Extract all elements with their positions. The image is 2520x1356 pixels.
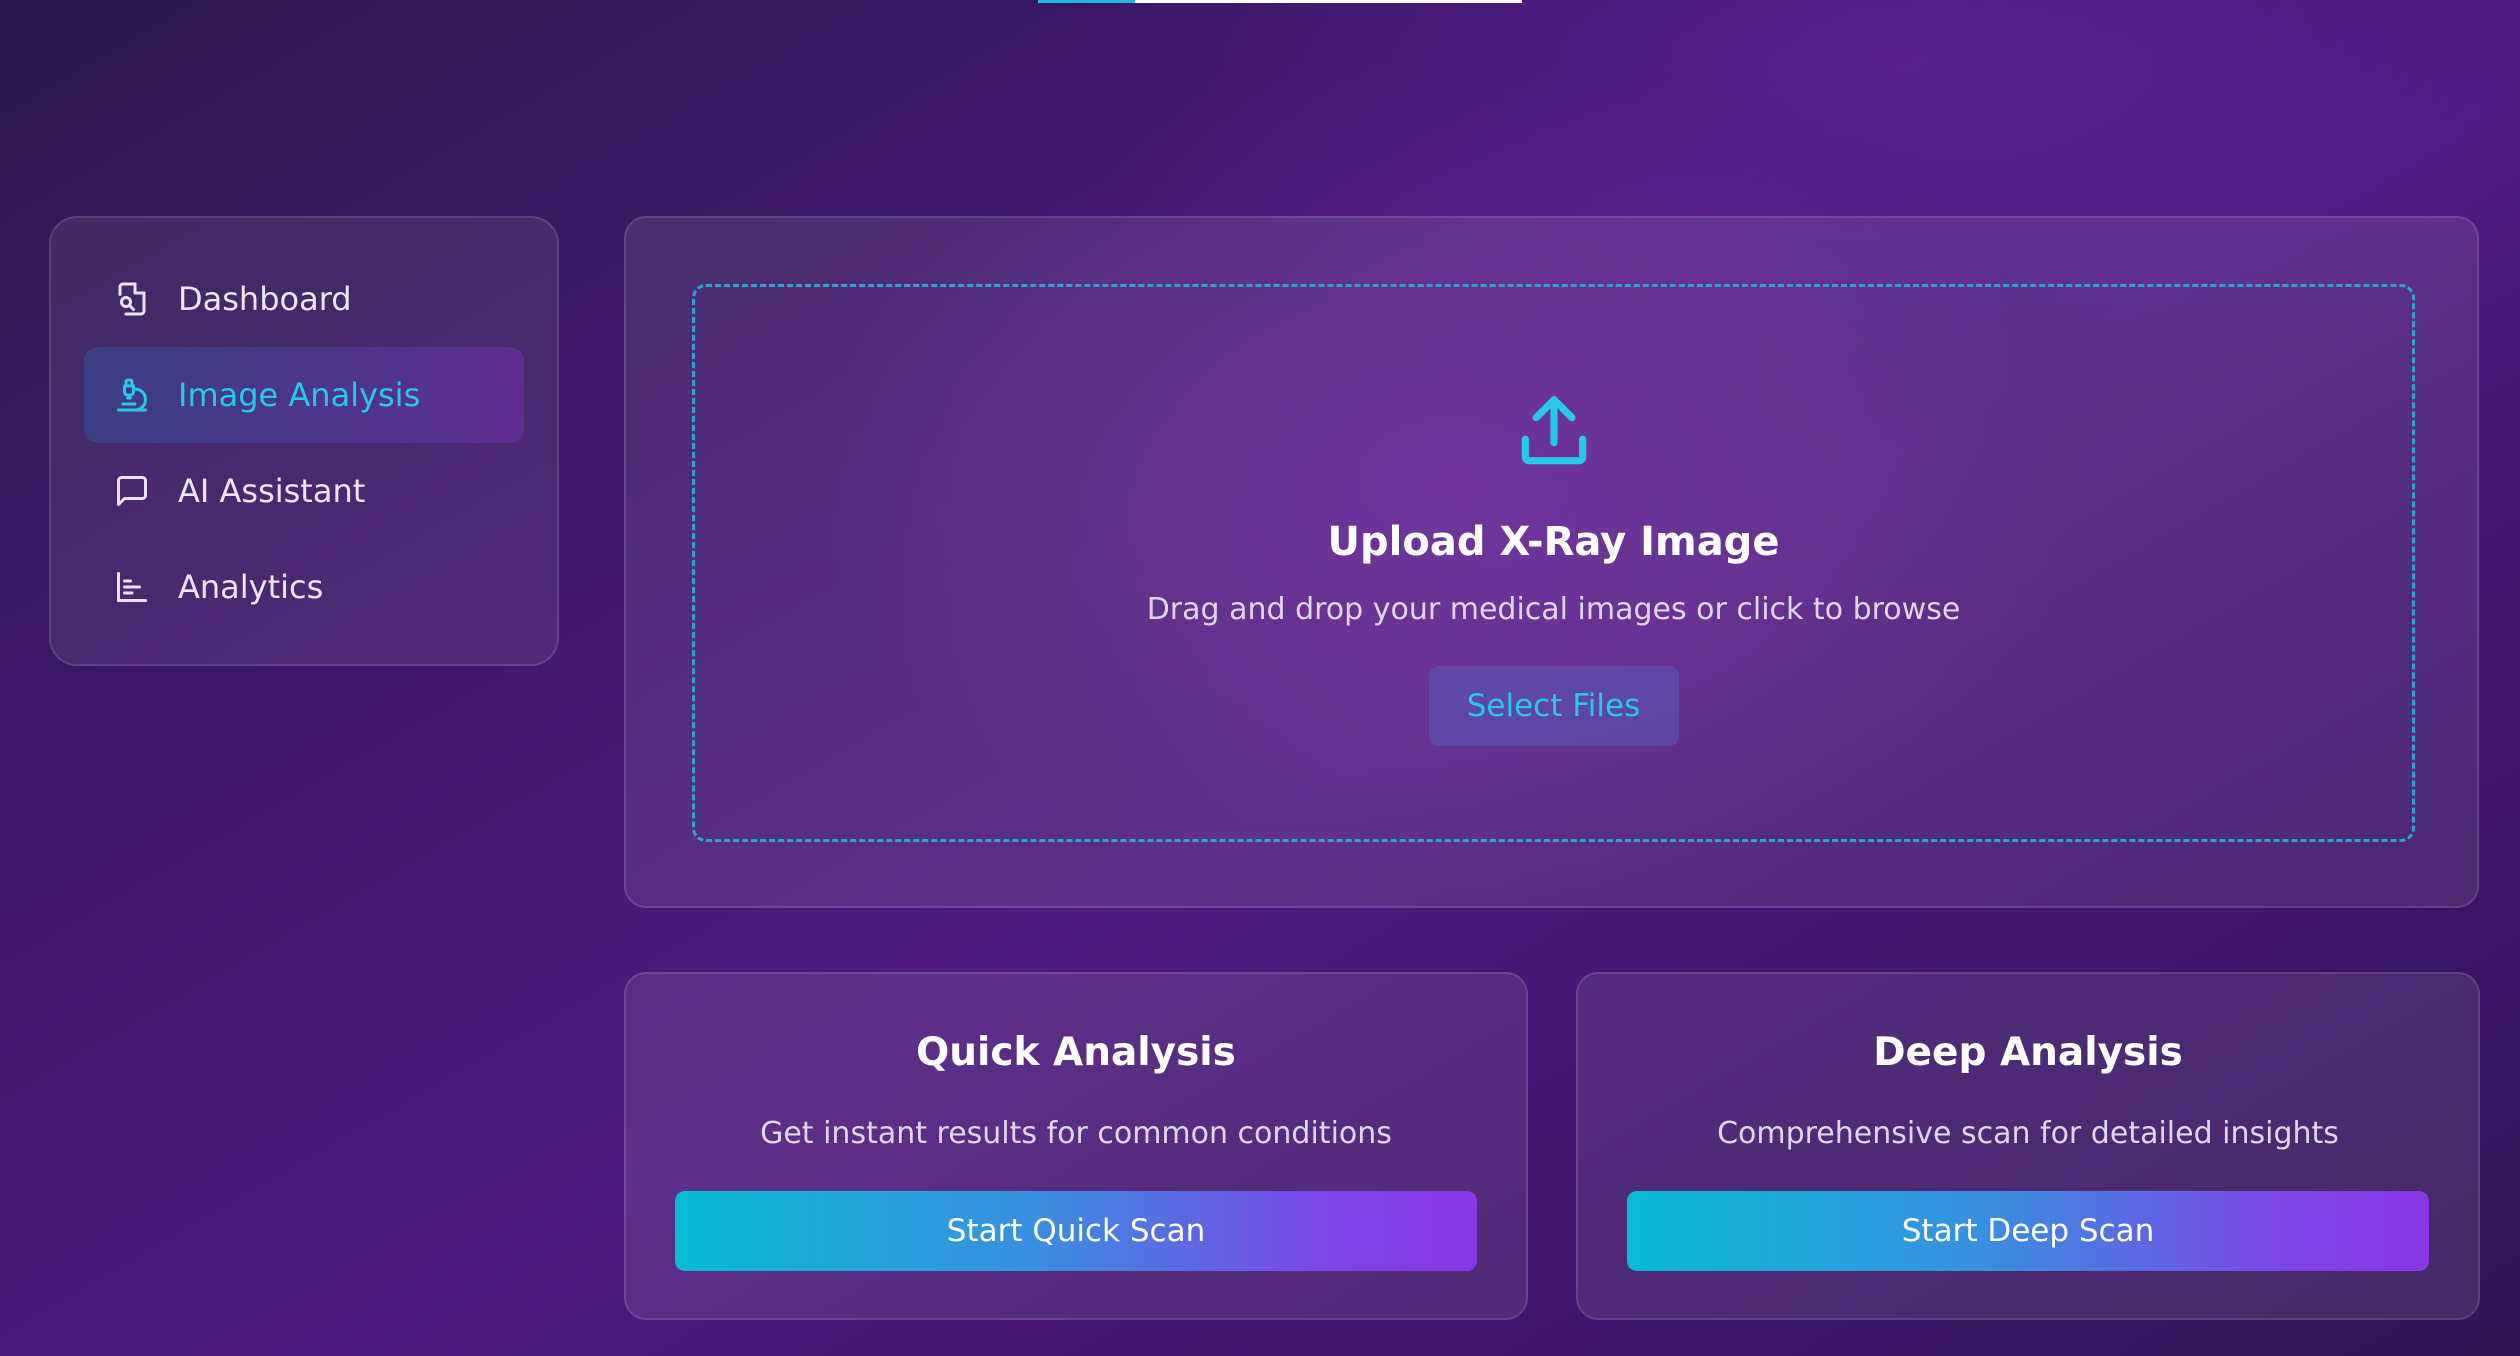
upload-subtitle: Drag and drop your medical images or cli… xyxy=(1146,592,1961,627)
sidebar-item-label: AI Assistant xyxy=(178,472,366,510)
deep-analysis-card: Deep Analysis Comprehensive scan for det… xyxy=(1576,972,2480,1320)
card-title: Deep Analysis xyxy=(1873,1030,2183,1075)
sidebar-item-label: Analytics xyxy=(178,568,324,606)
quick-analysis-card: Quick Analysis Get instant results for c… xyxy=(624,972,1528,1320)
file-search-icon xyxy=(114,281,150,317)
upload-title: Upload X-Ray Image xyxy=(1327,519,1780,565)
upload-icon xyxy=(1511,389,1597,475)
sidebar-item-analytics[interactable]: Analytics xyxy=(84,539,524,635)
select-files-button[interactable]: Select Files xyxy=(1428,666,1679,746)
bar-chart-icon xyxy=(114,569,150,605)
card-title: Quick Analysis xyxy=(916,1030,1236,1075)
upload-panel: Upload X-Ray Image Drag and drop your me… xyxy=(624,216,2479,908)
card-description: Comprehensive scan for detailed insights xyxy=(1717,1116,2339,1151)
sidebar: Dashboard Image Analysis AI Assistant An… xyxy=(49,216,559,666)
microscope-icon xyxy=(114,377,150,413)
sidebar-item-dashboard[interactable]: Dashboard xyxy=(84,251,524,347)
card-description: Get instant results for common condition… xyxy=(760,1116,1392,1151)
upload-dropzone[interactable]: Upload X-Ray Image Drag and drop your me… xyxy=(692,284,2415,842)
top-progress-fill xyxy=(1038,0,1135,3)
chat-icon xyxy=(114,473,150,509)
sidebar-item-label: Image Analysis xyxy=(178,376,421,414)
sidebar-item-label: Dashboard xyxy=(178,280,352,318)
sidebar-item-ai-assistant[interactable]: AI Assistant xyxy=(84,443,524,539)
start-deep-scan-button[interactable]: Start Deep Scan xyxy=(1627,1191,2429,1271)
start-quick-scan-button[interactable]: Start Quick Scan xyxy=(675,1191,1477,1271)
top-progress-bar xyxy=(1038,0,1522,3)
sidebar-item-image-analysis[interactable]: Image Analysis xyxy=(84,347,524,443)
